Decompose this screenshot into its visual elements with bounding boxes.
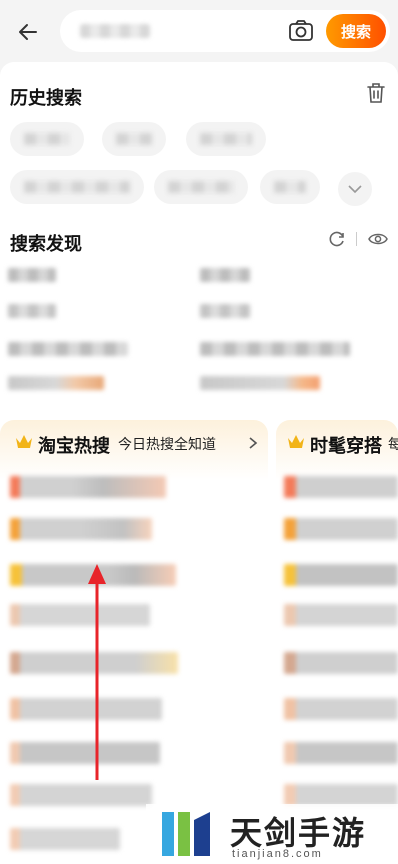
fashion-row[interactable] xyxy=(284,742,398,764)
history-chip[interactable] xyxy=(260,170,320,204)
hot-search-card[interactable]: 淘宝热搜 今日热搜全知道 xyxy=(0,420,268,864)
hot-card-title: 淘宝热搜 xyxy=(38,436,110,456)
history-chip[interactable] xyxy=(154,170,248,204)
hot-search-row[interactable] xyxy=(10,828,120,850)
chevron-down-icon xyxy=(348,185,362,194)
hot-card-subtitle: 今日热搜全知道 xyxy=(118,436,216,452)
history-chip[interactable] xyxy=(102,122,166,156)
history-title: 历史搜索 xyxy=(10,88,82,108)
discover-item[interactable] xyxy=(200,342,350,356)
divider xyxy=(356,232,357,246)
search-query-redacted xyxy=(80,24,150,38)
expand-history-button[interactable] xyxy=(338,172,372,206)
fashion-row[interactable] xyxy=(284,604,398,626)
discover-item[interactable] xyxy=(8,304,56,318)
eye-icon[interactable] xyxy=(368,231,388,247)
discover-title: 搜索发现 xyxy=(10,234,82,254)
search-input[interactable]: 搜索 xyxy=(60,10,390,52)
hot-search-row[interactable] xyxy=(10,604,150,626)
watermark: 天剑手游网 tianjian8.com xyxy=(146,804,398,864)
history-chip[interactable] xyxy=(186,122,266,156)
site-logo-icon xyxy=(162,812,210,856)
discover-item[interactable] xyxy=(200,376,320,390)
fashion-row[interactable] xyxy=(284,784,398,806)
hot-search-row[interactable] xyxy=(10,476,166,498)
camera-icon[interactable] xyxy=(288,19,314,43)
hot-search-row[interactable] xyxy=(10,742,160,764)
trash-icon[interactable] xyxy=(366,82,386,104)
history-chip[interactable] xyxy=(10,122,84,156)
annotation-arrow-icon xyxy=(88,564,106,780)
crown-icon xyxy=(288,435,304,448)
fashion-card-title: 时髦穿搭 xyxy=(310,436,382,456)
hot-search-row[interactable] xyxy=(10,518,152,540)
fashion-row[interactable] xyxy=(284,518,398,540)
search-button[interactable]: 搜索 xyxy=(326,14,386,48)
refresh-icon[interactable] xyxy=(328,230,346,248)
discover-item[interactable] xyxy=(8,268,56,282)
discover-item[interactable] xyxy=(200,304,250,318)
watermark-url: tianjian8.com xyxy=(232,848,323,860)
discover-item[interactable] xyxy=(8,342,128,356)
top-bar: 搜索 xyxy=(0,0,398,62)
fashion-row[interactable] xyxy=(284,652,398,674)
crown-icon xyxy=(16,435,32,448)
discover-item[interactable] xyxy=(8,376,104,390)
history-chip[interactable] xyxy=(10,170,144,204)
chevron-right-icon xyxy=(249,437,258,449)
fashion-row[interactable] xyxy=(284,476,398,498)
back-arrow-icon[interactable] xyxy=(14,18,42,46)
fashion-row[interactable] xyxy=(284,564,398,586)
fashion-card[interactable]: 时髦穿搭 每 xyxy=(276,420,398,864)
hot-search-row[interactable] xyxy=(10,784,152,806)
fashion-card-subtitle: 每 xyxy=(388,436,398,452)
discover-item[interactable] xyxy=(200,268,250,282)
fashion-row[interactable] xyxy=(284,698,398,720)
